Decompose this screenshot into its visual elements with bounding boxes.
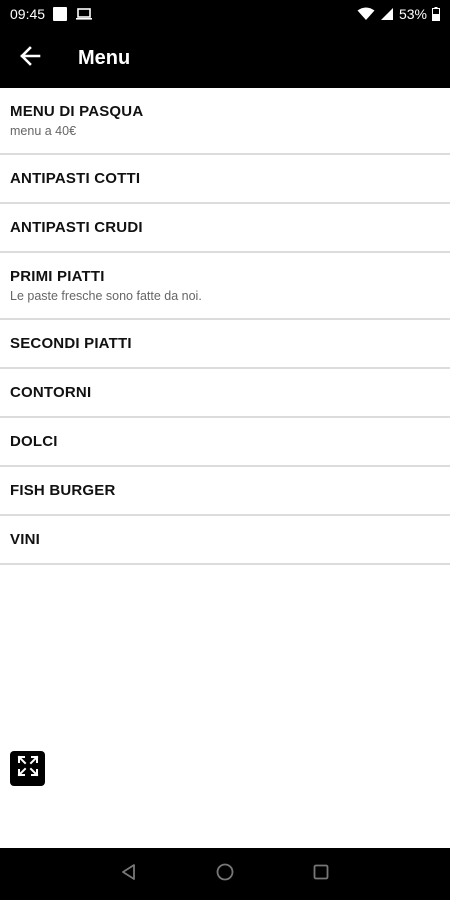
battery-icon xyxy=(432,7,440,21)
laptop-icon xyxy=(75,7,93,21)
recents-square-icon xyxy=(312,863,330,886)
wifi-icon xyxy=(357,7,375,21)
menu-item-title: MENU DI PASQUA xyxy=(10,103,144,120)
status-time: 09:45 xyxy=(10,6,46,22)
menu-item-title: DOLCI xyxy=(10,433,58,450)
expand-button[interactable] xyxy=(10,751,45,786)
menu-item-title: ANTIPASTI COTTI xyxy=(10,170,141,187)
expand-icon xyxy=(17,755,39,782)
menu-item-dolci[interactable]: DOLCI xyxy=(0,418,450,467)
app-bar: Menu xyxy=(0,28,450,88)
menu-item-vini[interactable]: VINI xyxy=(0,516,450,565)
status-left: 09:45 xyxy=(10,6,93,22)
status-right: 53% xyxy=(357,6,440,22)
menu-item-title: PRIMI PIATTI xyxy=(10,268,105,285)
arrow-left-icon xyxy=(19,45,41,71)
menu-item-antipasti-cotti[interactable]: ANTIPASTI COTTI xyxy=(0,155,450,204)
back-button[interactable] xyxy=(0,28,60,88)
menu-item-title: CONTORNI xyxy=(10,384,92,401)
nav-home-button[interactable] xyxy=(212,861,238,887)
menu-item-contorni[interactable]: CONTORNI xyxy=(0,369,450,418)
menu-item-subtitle: Le paste fresche sono fatte da noi. xyxy=(10,289,202,303)
menu-item-fish-burger[interactable]: FISH BURGER xyxy=(0,467,450,516)
menu-item-subtitle: menu a 40€ xyxy=(10,124,77,138)
signal-icon xyxy=(380,7,394,21)
notification-square-icon xyxy=(53,7,68,21)
status-bar: 09:45 53% xyxy=(0,0,450,28)
back-triangle-icon xyxy=(120,863,138,886)
battery-percent: 53% xyxy=(398,6,427,22)
menu-item-title: FISH BURGER xyxy=(10,482,116,499)
nav-recents-button[interactable] xyxy=(308,861,334,887)
home-circle-icon xyxy=(215,862,235,887)
menu-item-menu-di-pasqua[interactable]: MENU DI PASQUA menu a 40€ xyxy=(0,88,450,155)
menu-item-title: VINI xyxy=(10,531,40,548)
menu-item-title: ANTIPASTI CRUDI xyxy=(10,219,143,236)
menu-list: MENU DI PASQUA menu a 40€ ANTIPASTI COTT… xyxy=(0,88,450,565)
page-title: Menu xyxy=(78,46,131,69)
menu-item-secondi-piatti[interactable]: SECONDI PIATTI xyxy=(0,320,450,369)
navigation-bar xyxy=(0,848,450,900)
menu-item-primi-piatti[interactable]: PRIMI PIATTI Le paste fresche sono fatte… xyxy=(0,253,450,320)
nav-back-button[interactable] xyxy=(116,861,142,887)
menu-item-antipasti-crudi[interactable]: ANTIPASTI CRUDI xyxy=(0,204,450,253)
menu-item-title: SECONDI PIATTI xyxy=(10,335,132,352)
